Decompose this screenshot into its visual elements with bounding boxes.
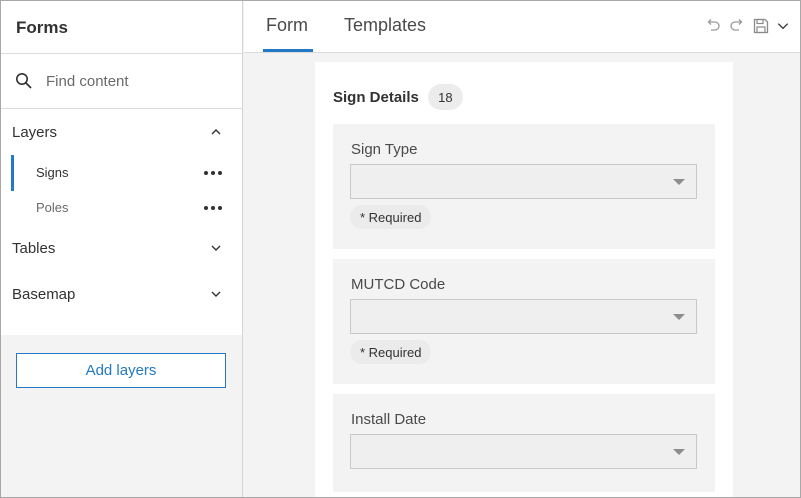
search-input[interactable] <box>46 72 226 90</box>
layer-item-label: Poles <box>36 200 69 215</box>
sign-type-select[interactable] <box>350 164 697 199</box>
field-label: Install Date <box>351 411 427 428</box>
chevron-down-icon[interactable] <box>210 288 222 300</box>
dropdown-caret-icon <box>673 449 685 455</box>
toolbar <box>704 17 790 35</box>
count-badge: 18 <box>427 84 463 110</box>
mutcd-code-select[interactable] <box>350 299 697 334</box>
layer-item-poles[interactable]: Poles <box>1 190 242 225</box>
sidebar: Forms Layers Signs Poles <box>1 1 243 497</box>
undo-icon[interactable] <box>704 17 722 35</box>
content-panel: Layers Signs Poles Tables Basemap <box>1 109 242 335</box>
chevron-down-icon[interactable] <box>776 19 790 33</box>
section-basemap-header[interactable]: Basemap <box>1 271 242 317</box>
more-options-icon[interactable] <box>204 170 222 175</box>
required-badge: * Required <box>350 205 432 229</box>
search-icon <box>16 73 32 89</box>
sidebar-title: Forms <box>16 18 68 37</box>
dropdown-caret-icon <box>673 179 685 185</box>
section-tables-header[interactable]: Tables <box>1 225 242 271</box>
chevron-up-icon[interactable] <box>210 126 222 138</box>
form-canvas: Sign Details 18 Sign Type * Required MUT… <box>315 62 733 497</box>
dropdown-caret-icon <box>673 314 685 320</box>
section-layers-label: Layers <box>12 123 58 141</box>
chevron-down-icon[interactable] <box>210 242 222 254</box>
tab-form[interactable]: Form <box>266 15 308 36</box>
layer-item-signs[interactable]: Signs <box>1 155 242 191</box>
tab-bar: Form Templates <box>244 1 800 53</box>
field-card-sign-type[interactable]: Sign Type * Required <box>333 124 715 249</box>
redo-icon[interactable] <box>728 17 746 35</box>
more-options-icon[interactable] <box>204 205 222 210</box>
group-header[interactable]: Sign Details 18 <box>333 84 463 110</box>
section-basemap-label: Basemap <box>12 285 76 303</box>
save-icon[interactable] <box>752 17 770 35</box>
field-card-mutcd-code[interactable]: MUTCD Code * Required <box>333 259 715 384</box>
app-window: Forms Layers Signs Poles <box>0 0 801 498</box>
tab-templates[interactable]: Templates <box>344 15 426 36</box>
field-card-install-date[interactable]: Install Date <box>333 394 715 492</box>
sidebar-header: Forms <box>1 1 242 54</box>
field-label: Sign Type <box>351 141 418 158</box>
active-tab-indicator <box>263 49 313 52</box>
add-layers-button[interactable]: Add layers <box>16 353 226 388</box>
required-badge: * Required <box>350 340 432 364</box>
section-tables-label: Tables <box>12 239 56 257</box>
field-label: MUTCD Code <box>351 276 446 293</box>
main-area: Form Templates Sign Details 18 Sign Type… <box>244 1 800 497</box>
install-date-select[interactable] <box>350 434 697 469</box>
search-bar[interactable] <box>1 54 242 109</box>
section-layers-header[interactable]: Layers <box>1 109 242 155</box>
layer-item-label: Signs <box>36 165 69 180</box>
group-title: Sign Details <box>333 88 419 106</box>
